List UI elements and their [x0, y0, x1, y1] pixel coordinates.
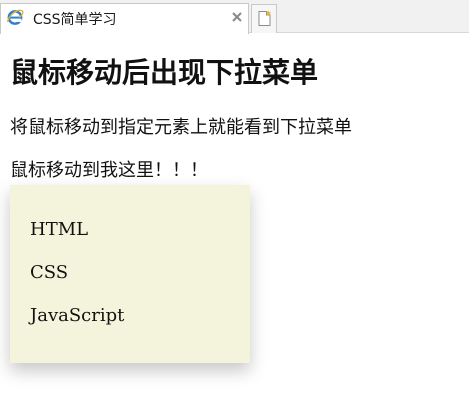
- tab-title: CSS简单学习: [33, 12, 117, 28]
- new-tab-button[interactable]: [251, 4, 277, 33]
- dropdown-trigger[interactable]: 鼠标移动到我这里！！！: [10, 157, 208, 185]
- dropdown-item-html[interactable]: HTML: [30, 216, 88, 244]
- dropdown-item-javascript[interactable]: JavaScript: [30, 302, 124, 330]
- page-title: 鼠标移动后出现下拉菜单: [10, 56, 319, 89]
- dropdown-item-css[interactable]: CSS: [30, 259, 68, 287]
- intro-text: 将鼠标移动到指定元素上就能看到下拉菜单: [10, 117, 352, 138]
- tab-strip: CSS简单学习: [0, 0, 469, 34]
- ie-logo-icon: [6, 9, 24, 25]
- close-icon[interactable]: [230, 10, 244, 24]
- dropdown-menu: HTML CSS JavaScript: [10, 185, 250, 363]
- tab-css-learning[interactable]: CSS简单学习: [0, 3, 249, 34]
- new-tab-icon: [258, 10, 272, 26]
